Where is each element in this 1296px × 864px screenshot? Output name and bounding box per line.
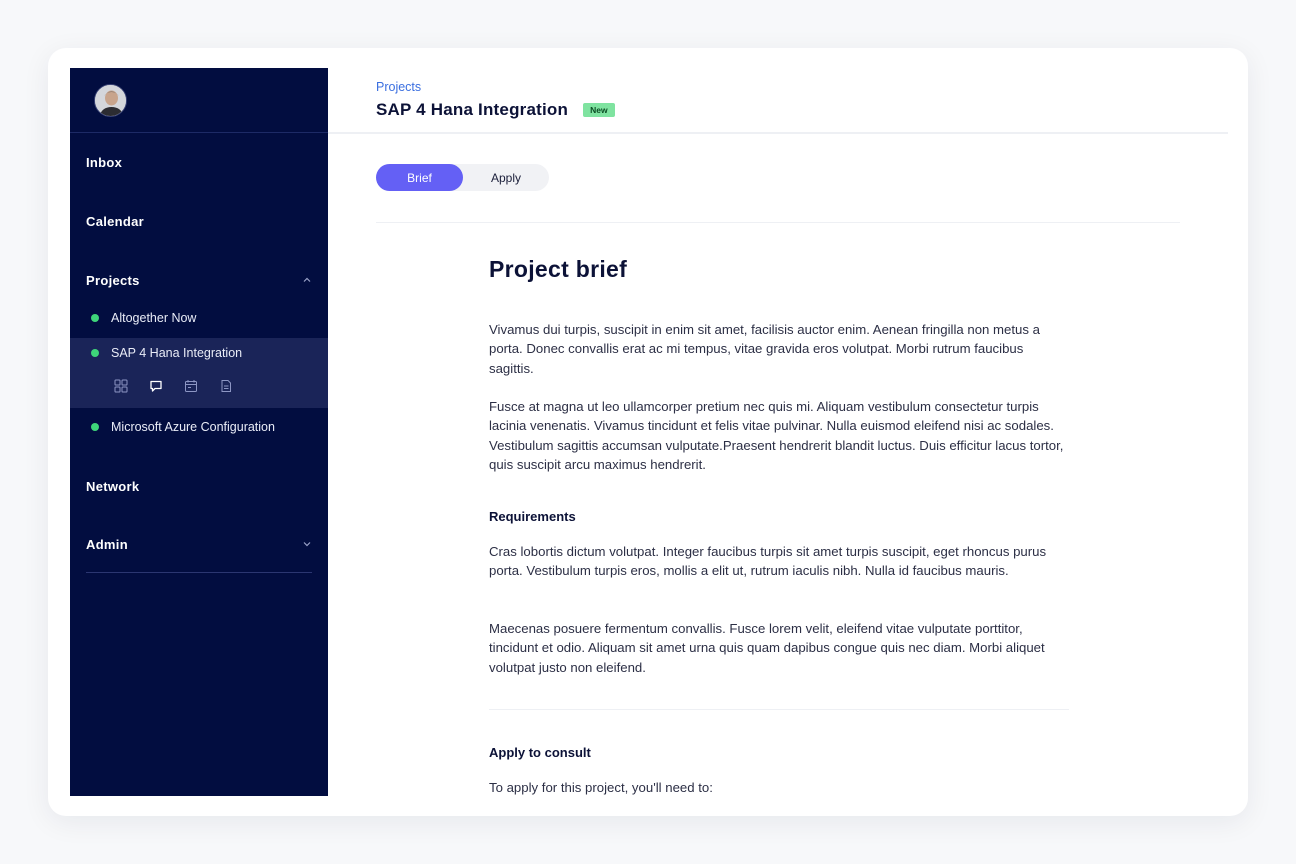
apply-text: To apply for this project, you'll need t… — [489, 780, 713, 795]
project-item-altogether-now[interactable]: Altogether Now — [70, 301, 328, 335]
chevron-up-icon[interactable] — [302, 275, 312, 285]
project-label: SAP 4 Hana Integration — [111, 346, 243, 360]
sidebar-header — [70, 68, 328, 133]
nav-projects[interactable]: Projects — [86, 270, 312, 290]
tab-toggle: Brief Apply — [376, 164, 549, 191]
project-item-microsoft-azure[interactable]: Microsoft Azure Configuration — [70, 410, 328, 444]
sidebar-divider — [86, 572, 312, 573]
nav-calendar-label: Calendar — [86, 213, 145, 229]
breadcrumb[interactable]: Projects — [376, 80, 421, 94]
avatar[interactable] — [94, 84, 127, 117]
chevron-down-icon[interactable] — [302, 539, 312, 549]
main-content: Projects SAP 4 Hana Integration New Brie… — [328, 48, 1248, 816]
project-label: Altogether Now — [111, 311, 197, 325]
title-row: SAP 4 Hana Integration New — [376, 100, 615, 120]
status-badge: New — [583, 103, 615, 117]
nav-inbox-label: Inbox — [86, 154, 123, 170]
calendar-icon[interactable] — [180, 376, 202, 396]
sidebar: Inbox Calendar Projects Altogether Now S… — [70, 68, 328, 796]
nav-admin-label: Admin — [86, 536, 128, 552]
nav-projects-label: Projects — [86, 272, 140, 288]
page-header: Projects SAP 4 Hana Integration New — [328, 48, 1228, 134]
page-title: SAP 4 Hana Integration — [376, 100, 569, 119]
brief-paragraph: Fusce at magna ut leo ullamcorper pretiu… — [489, 399, 1064, 472]
status-dot — [91, 423, 99, 431]
brief-heading: Project brief — [489, 256, 628, 282]
project-sub-nav — [110, 376, 237, 396]
status-dot — [91, 314, 99, 322]
nav-inbox[interactable]: Inbox — [86, 152, 312, 172]
nav-calendar[interactable]: Calendar — [86, 211, 312, 231]
tab-apply[interactable]: Apply — [463, 164, 549, 191]
status-dot — [91, 349, 99, 357]
nav-network[interactable]: Network — [86, 476, 312, 496]
chat-icon[interactable] — [145, 376, 167, 396]
nav-network-label: Network — [86, 478, 140, 494]
tab-brief[interactable]: Brief — [376, 164, 463, 191]
requirements-paragraph: Cras lobortis dictum volutpat. Integer f… — [489, 544, 1047, 579]
avatar-image — [95, 85, 126, 116]
divider — [376, 222, 1180, 223]
divider — [489, 709, 1069, 710]
grid-icon[interactable] — [110, 376, 132, 396]
apply-heading: Apply to consult — [489, 745, 591, 760]
app-window: Inbox Calendar Projects Altogether Now S… — [48, 48, 1248, 816]
requirements-heading: Requirements — [489, 509, 576, 524]
project-label: Microsoft Azure Configuration — [111, 420, 275, 434]
requirements-paragraph: Maecenas posuere fermentum convallis. Fu… — [489, 621, 1045, 675]
document-icon[interactable] — [215, 376, 237, 396]
nav-admin[interactable]: Admin — [86, 534, 312, 554]
project-item-sap-4-hana[interactable]: SAP 4 Hana Integration — [70, 336, 328, 370]
brief-paragraph: Vivamus dui turpis, suscipit in enim sit… — [489, 322, 1040, 376]
